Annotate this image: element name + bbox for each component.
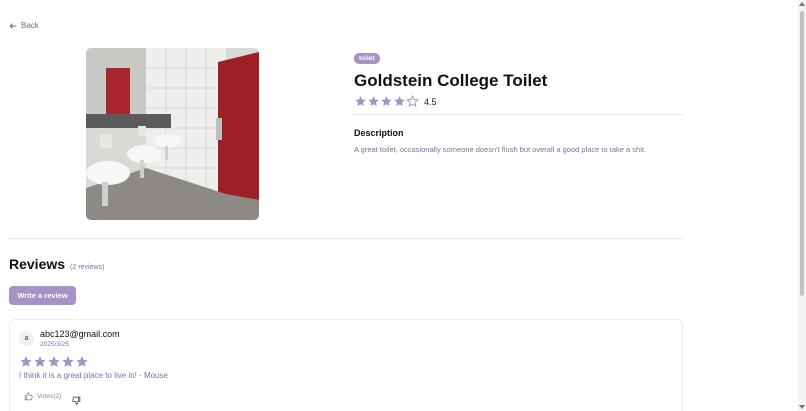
star-icon xyxy=(381,96,392,107)
star-icon xyxy=(76,356,88,367)
thumbs-down-icon xyxy=(72,396,81,405)
upvote-button[interactable]: Votes(2) xyxy=(24,392,61,401)
description-heading: Description xyxy=(354,128,404,138)
star-icon xyxy=(355,96,366,107)
category-tag: toilet xyxy=(354,53,380,64)
section-divider xyxy=(9,238,683,239)
reviews-heading: Reviews xyxy=(9,256,66,272)
place-photo xyxy=(86,48,259,220)
thumbs-up-icon xyxy=(24,392,33,401)
description-text: A great toilet, occasionally someone doe… xyxy=(354,145,647,154)
back-link[interactable]: Back xyxy=(9,21,39,30)
scrollbar[interactable] xyxy=(798,0,806,411)
review-stars xyxy=(19,355,89,369)
rating-stars xyxy=(354,95,419,108)
review-card: a abc123@gmail.com 2025/3/25 I think it … xyxy=(9,319,683,411)
arrow-left-icon xyxy=(9,22,17,29)
review-comment: I think it is a great place to live in! … xyxy=(19,371,168,380)
avatar: a xyxy=(19,331,34,346)
reviews-count: (2 reviews) xyxy=(70,264,105,271)
back-label: Back xyxy=(21,21,39,30)
reviews-header: Reviews (2 reviews) xyxy=(9,256,104,272)
star-icon xyxy=(34,356,46,367)
star-icon xyxy=(62,356,74,367)
star-icon xyxy=(394,96,405,107)
star-outline-icon xyxy=(406,95,419,108)
star-icon xyxy=(368,96,379,107)
rating-value: 4.5 xyxy=(424,96,437,107)
review-date: 2025/3/25 xyxy=(40,341,69,348)
rating-row: 4.5 xyxy=(354,95,684,108)
page-title: Goldstein College Toilet xyxy=(354,71,548,90)
star-icon xyxy=(48,356,60,367)
downvote-button[interactable] xyxy=(72,392,81,410)
write-review-button[interactable]: Write a review xyxy=(9,286,76,305)
scroll-down-icon[interactable] xyxy=(799,405,805,409)
votes-count: Votes(2) xyxy=(37,393,62,400)
star-icon xyxy=(20,356,32,367)
divider xyxy=(354,114,683,115)
reviewer-email: abc123@gmail.com xyxy=(40,329,120,339)
place-info: toilet Goldstein College Toilet 4.5 xyxy=(354,47,684,108)
scroll-up-icon[interactable] xyxy=(799,2,805,6)
scrollbar-thumb[interactable] xyxy=(800,11,804,296)
